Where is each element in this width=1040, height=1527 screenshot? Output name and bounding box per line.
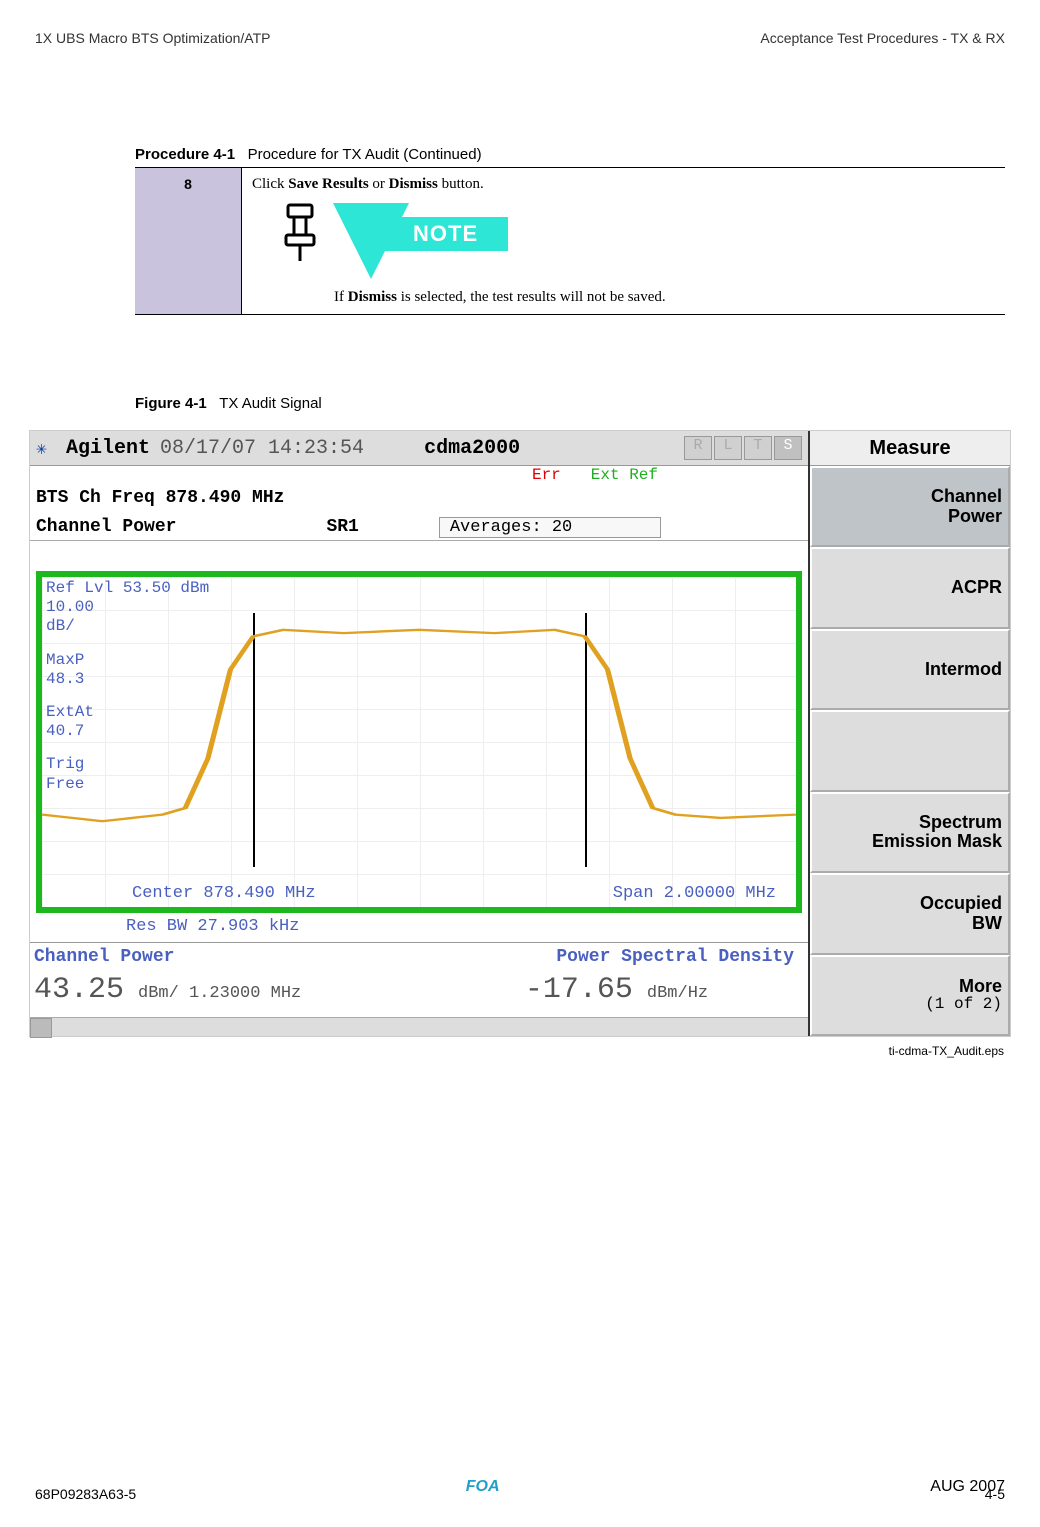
trig-label: Trig xyxy=(46,755,209,774)
menu-occupied-bw[interactable]: Occupied BW xyxy=(810,873,1010,954)
psd-value: -17.65 xyxy=(525,973,633,1007)
trig-value: Free xyxy=(46,775,209,794)
figure-number: Figure 4-1 xyxy=(135,395,207,412)
menu-label: Intermod xyxy=(925,660,1002,680)
rlts-t: T xyxy=(744,436,772,460)
extref-indicator: Ext Ref xyxy=(591,466,658,488)
menu-label: Spectrum xyxy=(919,813,1002,833)
channel-freq-line: BTS Ch Freq 878.490 MHz xyxy=(30,488,808,514)
footer-foa: FOA xyxy=(466,1478,500,1495)
rlts-r: R xyxy=(684,436,712,460)
scale-value: 10.00 xyxy=(46,598,209,617)
menu-label: Occupied xyxy=(920,894,1002,914)
menu-label: Channel xyxy=(931,487,1002,507)
ref-level-label: Ref Lvl 53.50 dBm xyxy=(46,579,209,598)
note-pre: If xyxy=(334,289,348,305)
menu-more[interactable]: More (1 of 2) xyxy=(810,955,1010,1036)
resbw-label: Res BW 27.903 kHz xyxy=(126,917,808,936)
psd-unit: dBm/Hz xyxy=(647,984,708,1003)
step-text: Click xyxy=(252,176,288,192)
step-number: 8 xyxy=(135,168,242,315)
step-text-post: button. xyxy=(438,176,484,192)
analyzer-screenshot: ✳ Agilent 08/17/07 14:23:54 cdma2000 R L… xyxy=(29,430,1011,1037)
extat-label: ExtAt xyxy=(46,703,209,722)
procedure-title: Procedure 4-1 Procedure for TX Audit (Co… xyxy=(135,146,1005,163)
rlts-s: S xyxy=(774,436,802,460)
menu-intermod[interactable]: Intermod xyxy=(810,629,1010,710)
span-label: Span 2.00000 MHz xyxy=(613,884,776,903)
averages-box: Averages: 20 xyxy=(439,517,661,538)
save-results-label: Save Results xyxy=(288,176,368,192)
note-bold: Dismiss xyxy=(348,289,397,305)
horizontal-scrollbar[interactable] xyxy=(30,1017,808,1036)
eps-filename: ti-cdma-TX_Audit.eps xyxy=(889,1044,1004,1058)
center-freq-label: Center 878.490 MHz xyxy=(132,884,316,903)
menu-blank[interactable] xyxy=(810,710,1010,791)
procedure-title-text: Procedure for TX Audit (Continued) xyxy=(248,146,482,163)
graph-left-labels: Ref Lvl 53.50 dBm 10.00 dB/ MaxP 48.3 Ex… xyxy=(46,579,209,794)
note-label: NOTE xyxy=(383,217,508,251)
menu-label: ACPR xyxy=(951,578,1002,598)
mode-label: cdma2000 xyxy=(424,437,520,460)
scale-unit: dB/ xyxy=(46,617,209,636)
header-left: 1X UBS Macro BTS Optimization/ATP xyxy=(35,30,270,46)
maxp-value: 48.3 xyxy=(46,670,209,689)
measure-menu-header: Measure xyxy=(810,431,1010,466)
err-indicator: Err xyxy=(532,466,561,488)
step-body: Click Save Results or Dismiss button. xyxy=(242,168,1006,315)
psd-heading: Power Spectral Density xyxy=(429,947,804,967)
channel-power-heading: Channel Power xyxy=(34,947,409,967)
channel-power-value: 43.25 xyxy=(34,973,124,1007)
footer-date: AUG 2007 xyxy=(930,1478,1005,1496)
menu-acpr[interactable]: ACPR xyxy=(810,547,1010,628)
menu-label: Emission Mask xyxy=(872,832,1002,852)
menu-label: More xyxy=(959,977,1002,997)
menu-channel-power[interactable]: Channel Power xyxy=(810,466,1010,547)
menu-label: BW xyxy=(972,914,1002,934)
rlts-indicators: R L T S xyxy=(684,436,802,460)
agilent-logo-icon: ✳ xyxy=(36,438,56,458)
maxp-label: MaxP xyxy=(46,651,209,670)
menu-label: Power xyxy=(948,507,1002,527)
step-text-or: or xyxy=(369,176,389,192)
spectrum-graph: Ref Lvl 53.50 dBm 10.00 dB/ MaxP 48.3 Ex… xyxy=(36,571,802,913)
procedure-table: 8 Click Save Results or Dismiss button. xyxy=(135,167,1005,315)
note-text: If Dismiss is selected, the test results… xyxy=(334,289,995,306)
brand-label: Agilent xyxy=(66,437,150,460)
header-right: Acceptance Test Procedures - TX & RX xyxy=(760,30,1005,46)
figure-caption: Figure 4-1 TX Audit Signal xyxy=(135,395,1005,412)
timestamp: 08/17/07 14:23:54 xyxy=(160,437,364,460)
channel-power-title: Channel Power xyxy=(36,517,176,537)
scrollbar-left-button[interactable] xyxy=(30,1018,52,1038)
note-post: is selected, the test results will not b… xyxy=(397,289,666,305)
rlts-l: L xyxy=(714,436,742,460)
menu-sublabel: (1 of 2) xyxy=(925,996,1002,1014)
procedure-number: Procedure 4-1 xyxy=(135,146,235,163)
menu-spectrum-emission-mask[interactable]: Spectrum Emission Mask xyxy=(810,792,1010,873)
sr-label: SR1 xyxy=(326,517,358,537)
dismiss-label: Dismiss xyxy=(389,176,438,192)
channel-power-unit: dBm/ 1.23000 MHz xyxy=(138,984,301,1003)
figure-title: TX Audit Signal xyxy=(219,395,322,412)
extat-value: 40.7 xyxy=(46,722,209,741)
pushpin-icon xyxy=(282,203,318,263)
